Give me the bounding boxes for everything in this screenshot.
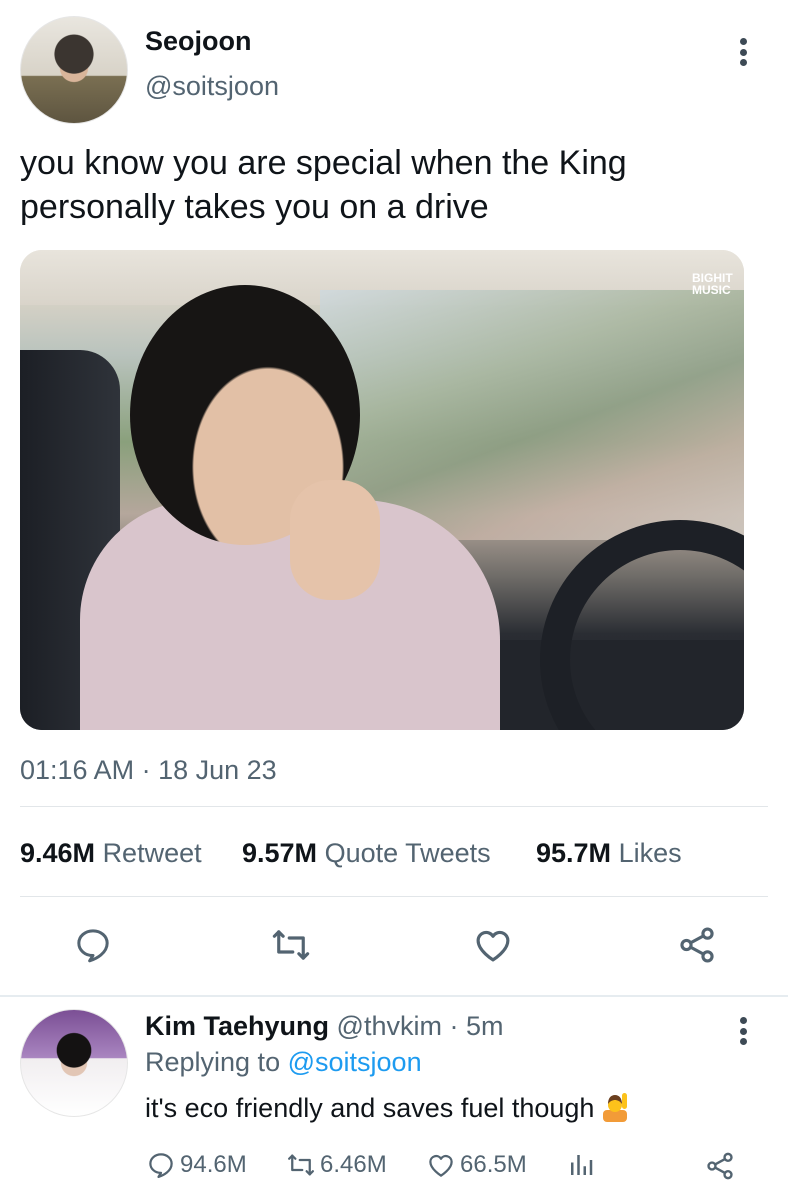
replying-mention-link[interactable]: @soitsjoon: [288, 1047, 422, 1077]
reply-meta: @thvkim · 5m: [336, 1011, 504, 1041]
reply-author-name[interactable]: Kim Taehyung: [145, 1011, 329, 1041]
reply-header: Kim Taehyung @thvkim · 5m: [145, 1011, 503, 1042]
reply-author-avatar[interactable]: [20, 1009, 128, 1117]
media-watermark: BIGHIT MUSIC: [692, 271, 733, 297]
author-name[interactable]: Seojoon: [145, 26, 252, 57]
reply-text-body: it's eco friendly and saves fuel though: [145, 1093, 595, 1123]
reply-like-button[interactable]: 66.5M: [426, 1150, 527, 1180]
analytics-icon[interactable]: [566, 1150, 600, 1180]
share-icon[interactable]: [674, 922, 720, 968]
author-handle[interactable]: @soitsjoon: [145, 71, 279, 102]
replying-to: Replying to @soitsjoon: [145, 1047, 422, 1078]
divider: [20, 806, 768, 807]
like-icon[interactable]: [470, 922, 516, 968]
tweet-text: you know you are special when the King p…: [20, 144, 627, 226]
reply-share-icon[interactable]: [704, 1150, 740, 1182]
main-tweet: Seojoon @soitsjoon you know you are spec…: [0, 0, 788, 995]
tweet-media-image[interactable]: BIGHIT MUSIC: [20, 250, 744, 730]
replying-prefix: Replying to: [145, 1047, 281, 1077]
like-count: 66.5M: [460, 1151, 527, 1178]
quote-tweets-stat[interactable]: 9.57M Quote Tweets: [242, 838, 491, 869]
retweet-stat[interactable]: 9.46M Retweet: [20, 838, 202, 869]
retweet-icon: [288, 1154, 314, 1176]
reply-tweet[interactable]: Kim Taehyung @thvkim · 5m Replying to @s…: [0, 997, 788, 1200]
retweet-icon[interactable]: [268, 922, 314, 968]
reply-actions: 94.6M 6.46M 66.5M: [0, 1150, 788, 1190]
like-icon: [429, 1154, 453, 1177]
reply-icon: [149, 1153, 173, 1178]
more-options-icon[interactable]: [730, 1013, 756, 1049]
likes-stat[interactable]: 95.7M Likes: [536, 838, 682, 869]
more-options-icon[interactable]: [730, 34, 756, 70]
tweet-timestamp[interactable]: 01:16 AM · 18 Jun 23: [20, 755, 277, 786]
divider: [20, 896, 768, 897]
retweet-count: 6.46M: [320, 1151, 387, 1178]
reply-text: it's eco friendly and saves fuel though: [145, 1092, 630, 1124]
reply-reply-button[interactable]: 94.6M: [146, 1150, 247, 1180]
reply-count: 94.6M: [180, 1151, 247, 1178]
person-raising-hand-emoji: [603, 1093, 628, 1122]
reply-icon[interactable]: [70, 922, 116, 968]
reply-retweet-button[interactable]: 6.46M: [286, 1150, 387, 1180]
author-avatar[interactable]: [20, 16, 128, 124]
